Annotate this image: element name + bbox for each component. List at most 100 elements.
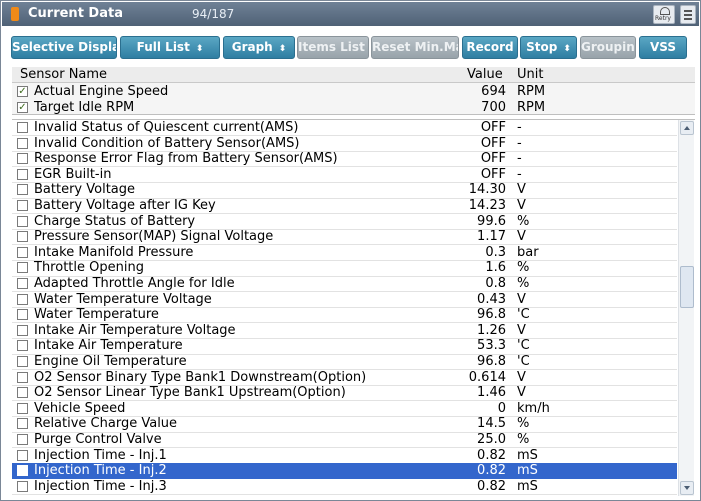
sensor-name: Intake Air Temperature	[34, 338, 183, 354]
row-checkbox[interactable]	[17, 465, 28, 477]
sensor-value: OFF	[480, 166, 506, 182]
row-checkbox[interactable]	[17, 168, 28, 180]
table-row[interactable]: Pressure Sensor(MAP) Signal Voltage 1.17 V	[12, 229, 677, 245]
table-row[interactable]: Injection Time - Inj.1 0.82 mS	[12, 448, 677, 464]
items-list-button[interactable]: Items List⬍	[297, 36, 369, 59]
row-checkbox[interactable]	[17, 122, 28, 133]
row-checkbox[interactable]	[17, 137, 28, 149]
table-row[interactable]: Battery Voltage after IG Key 14.23 V	[12, 198, 677, 214]
row-checkbox[interactable]	[17, 246, 28, 258]
vertical-scrollbar[interactable]	[678, 120, 694, 496]
row-checkbox[interactable]	[17, 231, 28, 243]
grouping-label: Grouping	[581, 40, 635, 54]
sensor-unit: bar	[517, 244, 539, 260]
full-list-label: Full List	[136, 40, 190, 54]
header-sensor-name: Sensor Name	[20, 67, 108, 82]
record-button[interactable]: Record	[462, 36, 518, 59]
scroll-up-arrow-icon[interactable]	[680, 121, 694, 135]
table-row[interactable]: Vehicle Speed 0 km/h	[12, 401, 677, 417]
sensor-value: 53.3	[477, 338, 506, 354]
sensor-value: OFF	[480, 151, 506, 167]
stop-button[interactable]: Stop ⬍	[520, 36, 577, 59]
sensor-name: Throttle Opening	[34, 260, 144, 276]
sensor-list[interactable]: Invalid Status of Quiescent current(AMS)…	[12, 120, 677, 498]
graph-button[interactable]: Graph ⬍	[223, 36, 295, 59]
row-checkbox[interactable]	[17, 356, 28, 367]
table-row[interactable]: Intake Manifold Pressure 0.3 bar	[12, 245, 677, 261]
row-checkbox[interactable]	[17, 340, 28, 352]
sensor-unit: 'C	[517, 338, 530, 354]
retry-label: Retry	[655, 15, 671, 22]
sensor-value: 14.5	[477, 416, 506, 432]
reset-min-max-button[interactable]: Reset Min.Max	[371, 36, 459, 59]
menu-icon-bar	[684, 14, 692, 16]
table-row[interactable]: Purge Control Valve 25.0%	[12, 432, 677, 448]
row-checkbox[interactable]	[17, 262, 28, 274]
row-checkbox[interactable]	[17, 153, 28, 165]
row-checkbox[interactable]	[17, 309, 28, 321]
table-row[interactable]: ✓ Actual Engine Speed 694 RPM	[12, 84, 695, 100]
table-row[interactable]: Intake Air Temperature Voltage 1.26 V	[12, 323, 677, 339]
menu-button[interactable]	[680, 5, 696, 24]
sensor-value: 0.43	[477, 291, 506, 307]
table-row[interactable]: O2 Sensor Binary Type Bank1 Downstream(O…	[12, 370, 677, 386]
table-row[interactable]: Water Temperature 96.8 'C	[12, 307, 677, 323]
grouping-button[interactable]: Grouping	[580, 36, 636, 59]
dropdown-icon: ⬍	[278, 44, 287, 54]
sensor-unit: -	[517, 135, 522, 151]
sensor-name: Response Error Flag from Battery Sensor(…	[34, 151, 338, 167]
row-checkbox[interactable]	[17, 215, 28, 227]
row-checkbox[interactable]	[17, 200, 28, 211]
scroll-down-arrow-icon[interactable]	[680, 481, 694, 495]
selective-display-label: Selective Display	[12, 40, 117, 54]
table-row[interactable]: Invalid Status of Quiescent current(AMS)…	[12, 120, 677, 136]
sensor-name: Water Temperature	[34, 307, 159, 323]
table-row[interactable]: Injection Time - Inj.2 0.82 mS	[12, 463, 677, 479]
sensor-value: 1.17	[477, 229, 506, 245]
sensor-unit: km/h	[517, 400, 550, 416]
selective-display-button[interactable]: Selective Display⬍	[11, 36, 117, 59]
sensor-unit: V	[517, 369, 526, 385]
row-checkbox[interactable]	[17, 278, 28, 289]
sensor-unit: 'C	[517, 354, 530, 369]
sensor-name: Adapted Throttle Angle for Idle	[34, 276, 235, 291]
row-checkbox[interactable]: ✓	[17, 86, 28, 97]
row-checkbox[interactable]	[17, 449, 28, 461]
table-row[interactable]: Throttle Opening 1.6%	[12, 260, 677, 276]
sensor-name: EGR Built-in	[34, 166, 112, 182]
table-row[interactable]: Water Temperature Voltage 0.43 V	[12, 292, 677, 308]
header-unit: Unit	[517, 67, 544, 82]
table-row[interactable]: ✓ Target Idle RPM 700 RPM	[12, 100, 695, 116]
full-list-button[interactable]: Full List ⬍	[120, 36, 220, 59]
table-row[interactable]: Engine Oil Temperature 96.8 'C	[12, 354, 677, 370]
row-checkbox[interactable]	[17, 434, 28, 445]
sensor-value: 96.8	[477, 354, 506, 369]
row-checkbox[interactable]: ✓	[17, 101, 28, 113]
row-checkbox[interactable]	[17, 293, 28, 305]
vss-button[interactable]: VSS	[639, 36, 687, 59]
row-checkbox[interactable]	[17, 324, 28, 336]
sensor-name: Injection Time - Inj.2	[34, 463, 167, 479]
table-row[interactable]: EGR Built-in OFF -	[12, 167, 677, 183]
table-row[interactable]: Invalid Condition of Battery Sensor(AMS)…	[12, 136, 677, 152]
row-checkbox[interactable]	[17, 402, 28, 414]
table-row[interactable]: Battery Voltage 14.30 V	[12, 182, 677, 198]
table-row[interactable]: Response Error Flag from Battery Sensor(…	[12, 151, 677, 167]
dropdown-icon: ⬍	[195, 44, 204, 54]
table-row[interactable]: Intake Air Temperature 53.3 'C	[12, 338, 677, 354]
table-row[interactable]: Adapted Throttle Angle for Idle 0.8%	[12, 276, 677, 292]
row-checkbox[interactable]	[17, 184, 28, 196]
scroll-thumb[interactable]	[680, 266, 694, 308]
row-checkbox[interactable]	[17, 418, 28, 430]
table-row[interactable]: O2 Sensor Linear Type Bank1 Upstream(Opt…	[12, 385, 677, 401]
row-checkbox[interactable]	[17, 480, 28, 492]
row-checkbox[interactable]	[17, 387, 28, 399]
table-row[interactable]: Charge Status of Battery 99.6%	[12, 214, 677, 230]
retry-button[interactable]: Retry	[653, 5, 675, 24]
row-checkbox[interactable]	[17, 371, 28, 383]
sensor-name: Invalid Condition of Battery Sensor(AMS)	[34, 135, 300, 151]
toolbar: Selective Display⬍ Full List⬍ Graph⬍ Ite…	[2, 26, 699, 65]
table-row[interactable]: Injection Time - Inj.3 0.82 mS	[12, 479, 677, 495]
table-row[interactable]: Relative Charge Value 14.5%	[12, 416, 677, 432]
car-icon	[660, 7, 670, 15]
